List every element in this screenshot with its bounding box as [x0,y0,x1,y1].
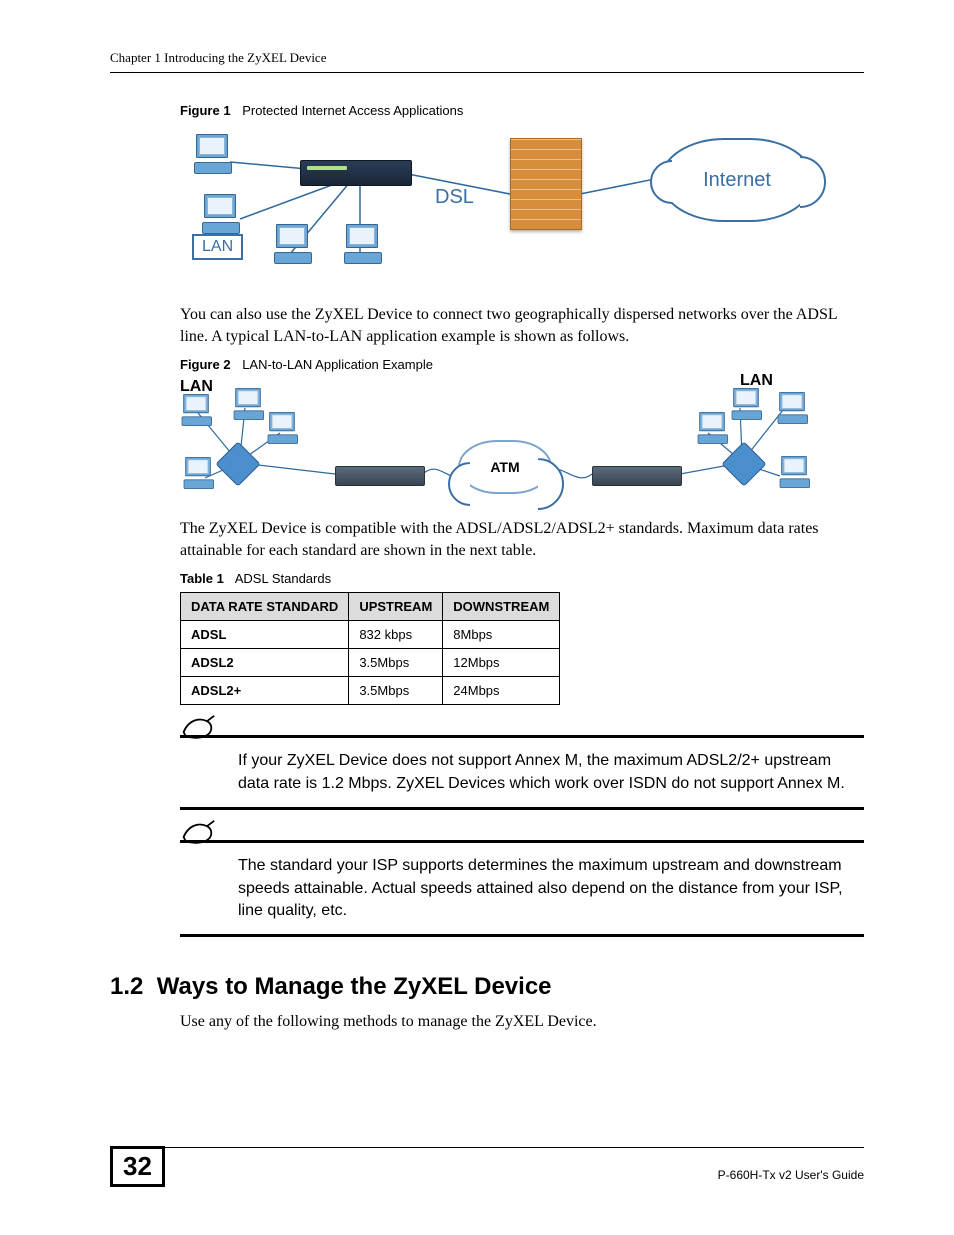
adsl-standards-table: DATA RATE STANDARD UPSTREAM DOWNSTREAM A… [180,592,560,705]
figure1-caption-text: Protected Internet Access Applications [242,103,463,118]
figure1-caption: Figure 1 Protected Internet Access Appli… [180,103,864,118]
table-header-row: DATA RATE STANDARD UPSTREAM DOWNSTREAM [181,593,560,621]
dsl-label: DSL [435,186,474,209]
col-header-standard: DATA RATE STANDARD [181,593,349,621]
page-number: 32 [110,1146,165,1187]
table1-caption-text: ADSL Standards [235,571,331,586]
figure2-caption: Figure 2 LAN-to-LAN Application Example [180,357,864,372]
note-icon [180,714,216,748]
table-row: ADSL2 3.5Mbps 12Mbps [181,649,560,677]
note-2: The standard your ISP supports determine… [180,840,864,937]
atm-cloud-icon: ATM [458,440,552,494]
paragraph-2: The ZyXEL Device is compatible with the … [180,518,864,561]
router-icon [300,160,412,186]
col-header-downstream: DOWNSTREAM [443,593,560,621]
table1-label: Table 1 [180,571,224,586]
page-footer: 32 P-660H-Tx v2 User's Guide [110,1147,864,1195]
note-1-text: If your ZyXEL Device does not support An… [238,750,864,795]
running-header: Chapter 1 Introducing the ZyXEL Device [110,50,864,73]
lan-label: LAN [192,234,243,260]
cell-down: 8Mbps [443,621,560,649]
paragraph-1: You can also use the ZyXEL Device to con… [180,304,864,347]
cell-up: 832 kbps [349,621,443,649]
cell-down: 12Mbps [443,649,560,677]
footer-guide-title: P-660H-Tx v2 User's Guide [718,1168,864,1182]
figure1-diagram: LAN DSL Internet [180,124,820,294]
modem-icon [335,466,425,486]
note-2-text: The standard your ISP supports determine… [238,855,864,922]
figure2-label: Figure 2 [180,357,231,372]
atm-label: ATM [490,459,519,475]
internet-cloud-icon: Internet [660,138,814,222]
figure2-diagram: LAN LAN ATM [180,378,820,508]
section-title: Ways to Manage the ZyXEL Device [157,973,552,1000]
note-1: If your ZyXEL Device does not support An… [180,735,864,810]
section-number: 1.2 [110,973,143,1000]
internet-label: Internet [703,169,771,192]
cell-std: ADSL [181,621,349,649]
cell-std: ADSL2 [181,649,349,677]
cell-up: 3.5Mbps [349,677,443,705]
modem-icon [592,466,682,486]
note-icon [180,819,216,853]
firewall-icon [510,138,582,230]
cell-down: 24Mbps [443,677,560,705]
table-row: ADSL2+ 3.5Mbps 24Mbps [181,677,560,705]
figure1-label: Figure 1 [180,103,231,118]
figure2-caption-text: LAN-to-LAN Application Example [242,357,433,372]
paragraph-3: Use any of the following methods to mana… [180,1011,864,1033]
col-header-upstream: UPSTREAM [349,593,443,621]
table1-caption: Table 1 ADSL Standards [180,571,864,586]
table-row: ADSL 832 kbps 8Mbps [181,621,560,649]
section-heading: 1.2 Ways to Manage the ZyXEL Device [110,973,864,1001]
cell-std: ADSL2+ [181,677,349,705]
cell-up: 3.5Mbps [349,649,443,677]
